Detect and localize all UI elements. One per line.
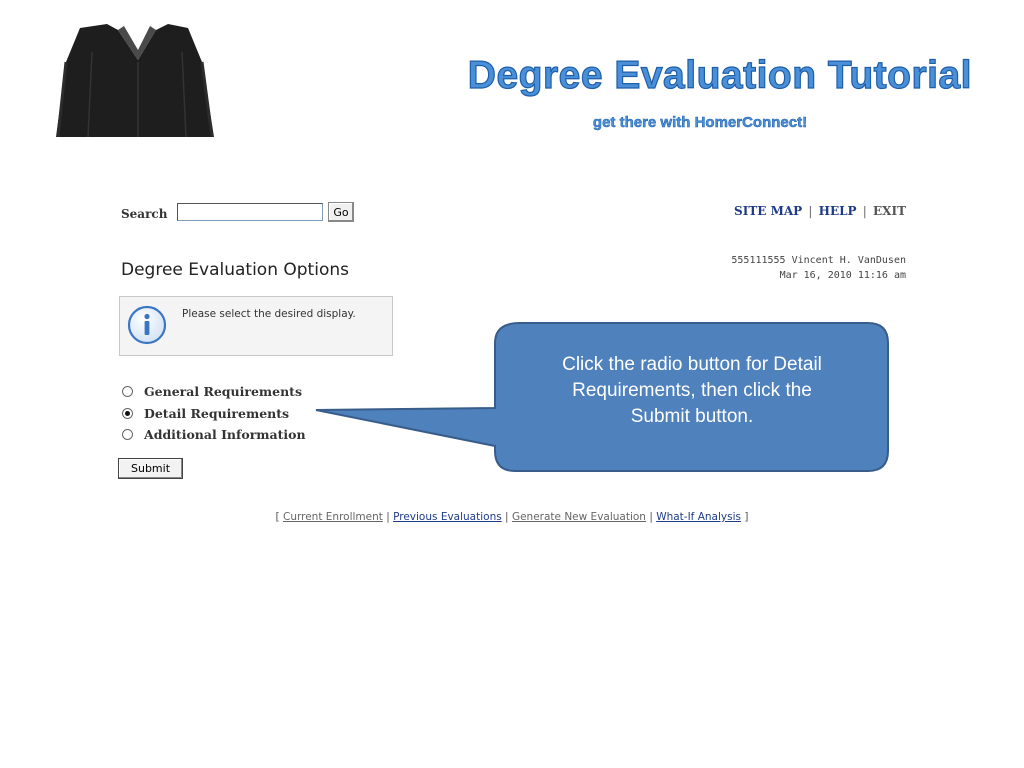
link-separator: | xyxy=(862,204,867,218)
callout-line: Requirements, then click the xyxy=(572,380,812,401)
slide-subtitle: get there with HomerConnect! xyxy=(592,114,808,132)
info-message-box: Please select the desired display. xyxy=(119,296,393,356)
user-datetime: Mar 16, 2010 11:16 am xyxy=(779,270,906,281)
user-info: 555111555 Vincent H. VanDusen Mar 16, 20… xyxy=(731,253,906,283)
callout-line: Submit button. xyxy=(630,406,754,427)
bracket-open: [ xyxy=(275,511,280,523)
option-general-requirements[interactable]: General Requirements xyxy=(122,381,306,403)
option-additional-information[interactable]: Additional Information xyxy=(122,424,306,446)
radio-detail-requirements[interactable] xyxy=(122,407,133,419)
graduation-gown-image xyxy=(56,24,214,137)
bracket-close: ] xyxy=(744,511,749,523)
callout-text: Click the radio button for Detail Requir… xyxy=(500,352,884,430)
slide-title: Degree Evaluation Tutorial xyxy=(467,53,972,97)
current-enrollment-link[interactable]: Current Enrollment xyxy=(283,511,383,523)
search-label: Search xyxy=(121,207,168,221)
search-input[interactable] xyxy=(177,203,323,221)
radio-general-requirements[interactable] xyxy=(122,386,133,398)
go-button[interactable]: Go xyxy=(328,202,354,222)
previous-evaluations-link[interactable]: Previous Evaluations xyxy=(393,511,502,523)
exit-link[interactable]: EXIT xyxy=(873,204,906,218)
what-if-analysis-link[interactable]: What-If Analysis xyxy=(656,511,741,523)
option-label: Additional Information xyxy=(144,427,306,443)
radio-additional-information[interactable] xyxy=(122,429,133,441)
callout-line: Click the radio button for Detail xyxy=(562,354,822,375)
help-link[interactable]: HELP xyxy=(819,204,857,218)
site-map-link[interactable]: SITE MAP xyxy=(734,204,802,218)
user-id-name: 555111555 Vincent H. VanDusen xyxy=(731,255,906,266)
link-separator: | xyxy=(386,511,390,523)
option-detail-requirements[interactable]: Detail Requirements xyxy=(122,403,306,425)
link-separator: | xyxy=(505,511,509,523)
top-links: SITE MAP | HELP | EXIT xyxy=(734,204,906,218)
option-label: General Requirements xyxy=(144,384,302,400)
submit-button[interactable]: Submit xyxy=(118,458,183,479)
option-label: Detail Requirements xyxy=(144,405,290,421)
generate-new-evaluation-link[interactable]: Generate New Evaluation xyxy=(512,511,646,523)
link-separator: | xyxy=(649,511,653,523)
link-separator: | xyxy=(808,204,813,218)
bottom-nav-links: [ Current Enrollment | Previous Evaluati… xyxy=(0,511,1024,523)
info-message: Please select the desired display. xyxy=(182,308,356,320)
page-title: Degree Evaluation Options xyxy=(121,260,349,280)
display-options: General Requirements Detail Requirements… xyxy=(122,381,306,446)
info-icon xyxy=(127,305,167,345)
